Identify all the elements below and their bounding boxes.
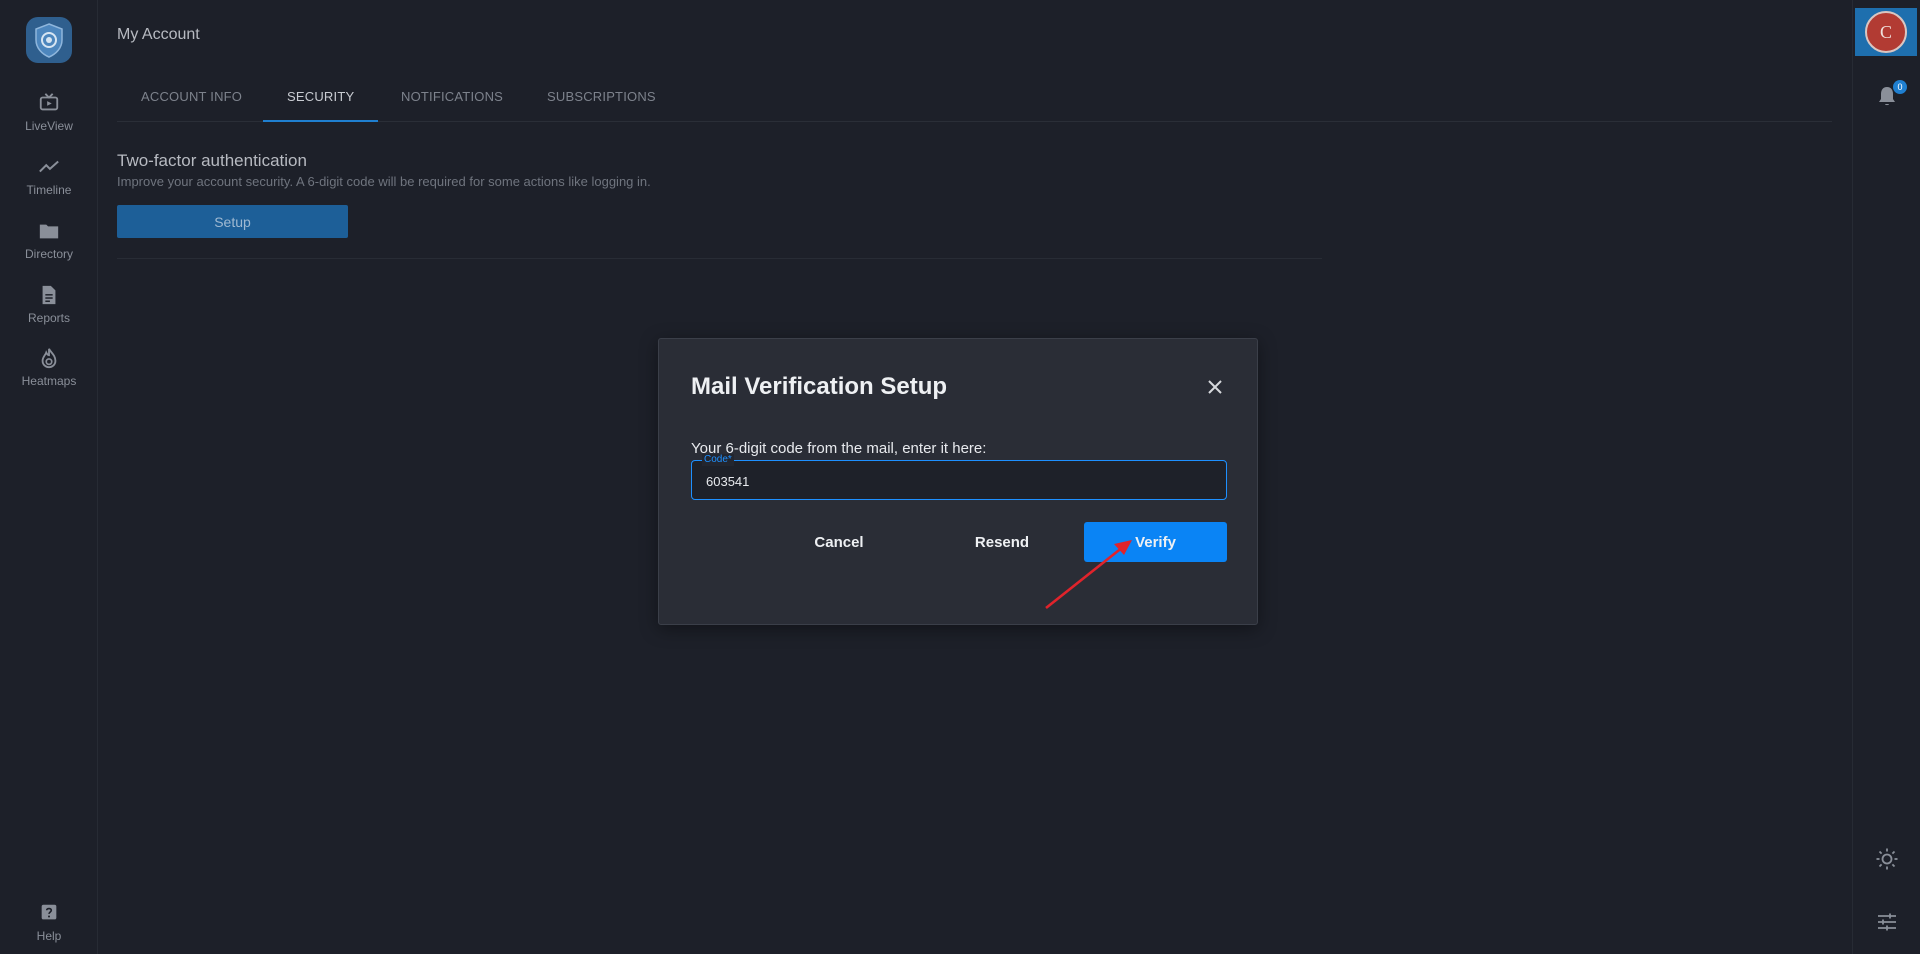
nav-reports[interactable]: Reports [0,284,98,340]
code-field[interactable]: Code* [691,454,1227,500]
nav-label-liveview: LiveView [25,119,73,133]
nav-label-directory: Directory [24,247,73,261]
code-prompt: Your 6-digit code from the mail, enter i… [691,440,987,457]
nav-heatmaps[interactable]: Heatmaps [0,347,98,403]
shield-logo-icon [26,17,72,63]
folder-icon [39,224,59,239]
nav-label-heatmaps: Heatmaps [21,374,77,388]
trend-line-icon [39,160,59,173]
page-title: My Account [117,26,200,43]
nav-liveview[interactable]: LiveView [0,92,98,148]
help-icon [41,904,57,920]
two-factor-description: Improve your account security. A 6-digit… [117,174,651,189]
mail-verification-dialog: Mail Verification Setup Your 6-digit cod… [658,338,1258,625]
user-menu[interactable]: C [1855,8,1917,56]
notification-badge: 0 [1893,80,1907,94]
two-factor-title: Two-factor authentication [117,151,307,170]
verify-button[interactable]: Verify [1084,522,1227,562]
nav-label-reports: Reports [27,311,71,325]
tab-subscriptions[interactable]: SUBSCRIPTIONS [523,76,680,122]
code-field-label: Code* [702,454,734,466]
setup-button[interactable]: Setup [117,205,348,238]
sun-icon[interactable] [1875,847,1899,871]
tab-notifications[interactable]: NOTIFICATIONS [377,76,527,122]
tune-icon[interactable] [1875,910,1899,934]
avatar: C [1865,11,1907,53]
flame-icon [41,348,57,369]
resend-button[interactable]: Resend [942,522,1062,562]
nav-label-timeline: Timeline [26,183,72,197]
app-logo[interactable] [26,17,72,63]
code-input[interactable] [706,471,1206,491]
nav-label-help: Help [36,929,62,943]
left-sidebar: LiveView Timeline Directory Reports Heat… [0,0,98,954]
section-divider [117,258,1322,259]
close-icon[interactable] [1203,375,1227,399]
nav-timeline[interactable]: Timeline [0,156,98,212]
tab-bar: ACCOUNT INFO SECURITY NOTIFICATIONS SUBS… [117,76,1832,122]
document-icon [42,285,56,305]
dialog-title: Mail Verification Setup [691,373,948,400]
right-sidebar: C 0 [1852,0,1920,954]
tab-account-info[interactable]: ACCOUNT INFO [117,76,266,122]
nav-directory[interactable]: Directory [0,220,98,276]
tv-play-icon [39,93,59,111]
cancel-button[interactable]: Cancel [779,522,899,562]
nav-help[interactable]: Help [0,902,98,954]
tab-security[interactable]: SECURITY [263,76,379,122]
